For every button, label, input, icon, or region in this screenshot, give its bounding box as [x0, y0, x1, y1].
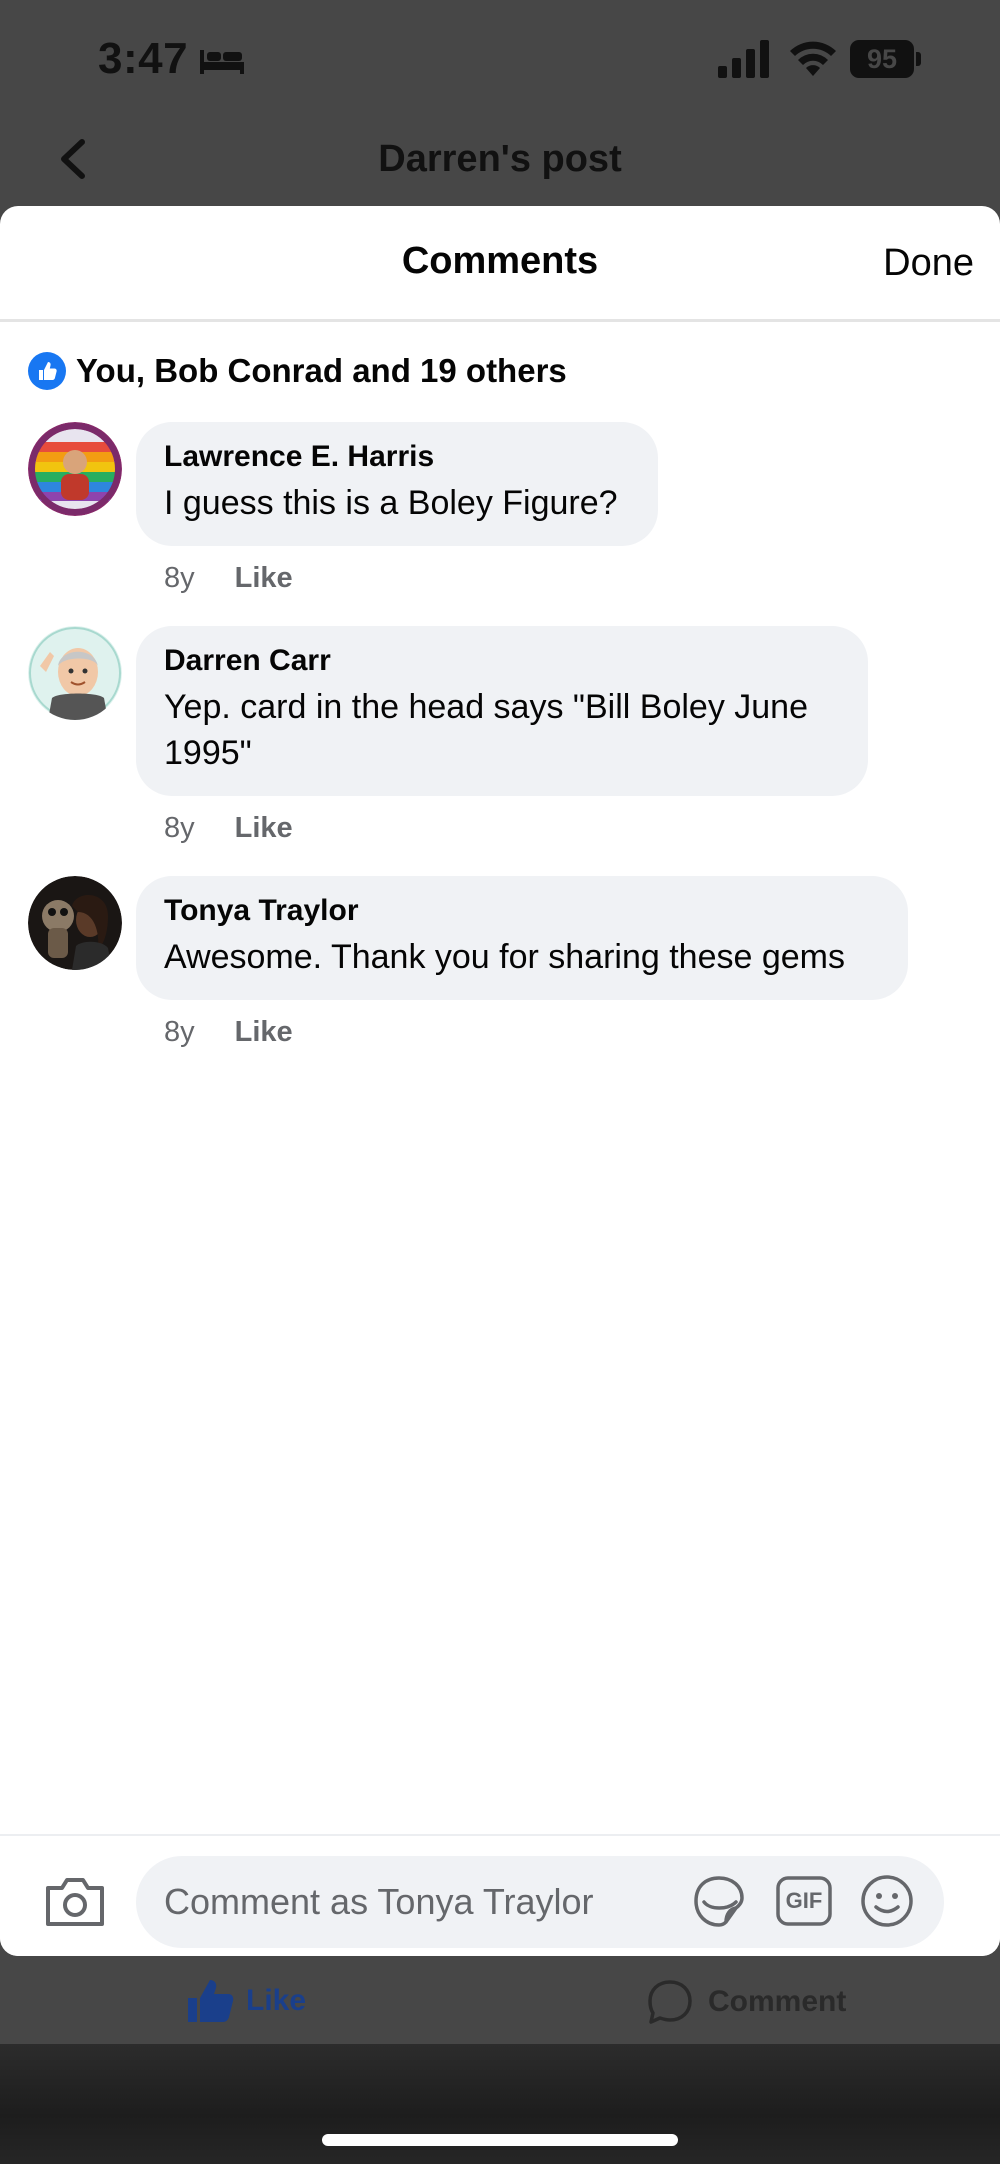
comment-time: 8y [164, 811, 195, 844]
post-comment-label: Comment [708, 1985, 847, 2018]
screen: 3:47 95 Darren's post Comments Done You,… [0, 0, 1000, 2164]
comments-sheet: Comments Done You, Bob Conrad and 19 oth… [0, 206, 1000, 1956]
comment-meta: 8y Like [136, 808, 868, 848]
post-photo-preview [0, 2044, 1000, 2164]
post-like-button[interactable]: Like [186, 1978, 306, 2024]
like-reaction-icon [28, 352, 66, 390]
avatar[interactable] [28, 422, 122, 516]
sheet-title: Comments [401, 240, 599, 282]
done-button[interactable]: Done [883, 242, 974, 285]
home-indicator [322, 2134, 678, 2146]
comment-meta: 8y Like [136, 1012, 908, 1052]
status-time: 3:47 [98, 34, 189, 83]
comment-author[interactable]: Lawrence E. Harris [164, 440, 630, 474]
comment-like-button[interactable]: Like [235, 562, 293, 595]
emoji-icon[interactable] [860, 1874, 914, 1928]
thumbs-up-icon [188, 1980, 234, 2022]
comment-item: Darren Carr Yep. card in the head says "… [0, 626, 1000, 848]
camera-icon[interactable] [44, 1874, 106, 1928]
comment-item: Lawrence E. Harris I guess this is a Bol… [0, 422, 1000, 598]
battery-indicator: 95 [850, 40, 922, 78]
sticker-icon[interactable] [690, 1872, 748, 1930]
comment-bubble[interactable]: Tonya Traylor Awesome. Thank you for sha… [136, 876, 908, 1000]
comment-author[interactable]: Darren Carr [164, 644, 840, 678]
post-comment-button[interactable]: Comment [646, 1978, 846, 2026]
comment-body: Darren Carr Yep. card in the head says "… [136, 626, 868, 848]
comment-time: 8y [164, 561, 195, 594]
wifi-icon [790, 41, 836, 76]
cellular-signal-icon [718, 40, 769, 78]
comment-bubble-icon [648, 1980, 692, 2024]
reaction-summary: You, Bob Conrad and 19 others [76, 352, 567, 389]
comment-time: 8y [164, 1015, 195, 1048]
comment-author[interactable]: Tonya Traylor [164, 894, 880, 928]
avatar[interactable] [28, 876, 122, 970]
comment-composer: GIF [0, 1834, 1000, 1956]
post-title: Darren's post [378, 138, 622, 180]
post-like-label: Like [246, 1984, 307, 2017]
battery-tip [916, 52, 921, 66]
comment-bubble[interactable]: Lawrence E. Harris I guess this is a Bol… [136, 422, 658, 546]
comment-item: Tonya Traylor Awesome. Thank you for sha… [0, 876, 1000, 1052]
gif-icon[interactable]: GIF [776, 1876, 832, 1926]
battery-level: 95 [850, 40, 914, 78]
comment-text: Yep. card in the head says "Bill Boley J… [164, 688, 808, 772]
post-nav-header: Darren's post [0, 120, 1000, 206]
comment-meta: 8y Like [136, 558, 658, 598]
gif-label: GIF [785, 1888, 823, 1913]
status-bar: 3:47 95 [0, 0, 1000, 120]
sheet-header: Comments Done [0, 206, 1000, 322]
post-action-bar: Like Comment [0, 1956, 1000, 2044]
comment-like-button[interactable]: Like [235, 812, 293, 845]
bed-icon [200, 50, 244, 74]
comment-like-button[interactable]: Like [235, 1016, 293, 1049]
comment-body: Tonya Traylor Awesome. Thank you for sha… [136, 876, 908, 1052]
comment-bubble[interactable]: Darren Carr Yep. card in the head says "… [136, 626, 868, 796]
comment-text: Awesome. Thank you for sharing these gem… [164, 938, 845, 976]
avatar[interactable] [28, 626, 122, 720]
comment-text: I guess this is a Boley Figure? [164, 484, 618, 522]
reactions-row[interactable]: You, Bob Conrad and 19 others [0, 322, 1000, 420]
comment-body: Lawrence E. Harris I guess this is a Bol… [136, 422, 658, 598]
